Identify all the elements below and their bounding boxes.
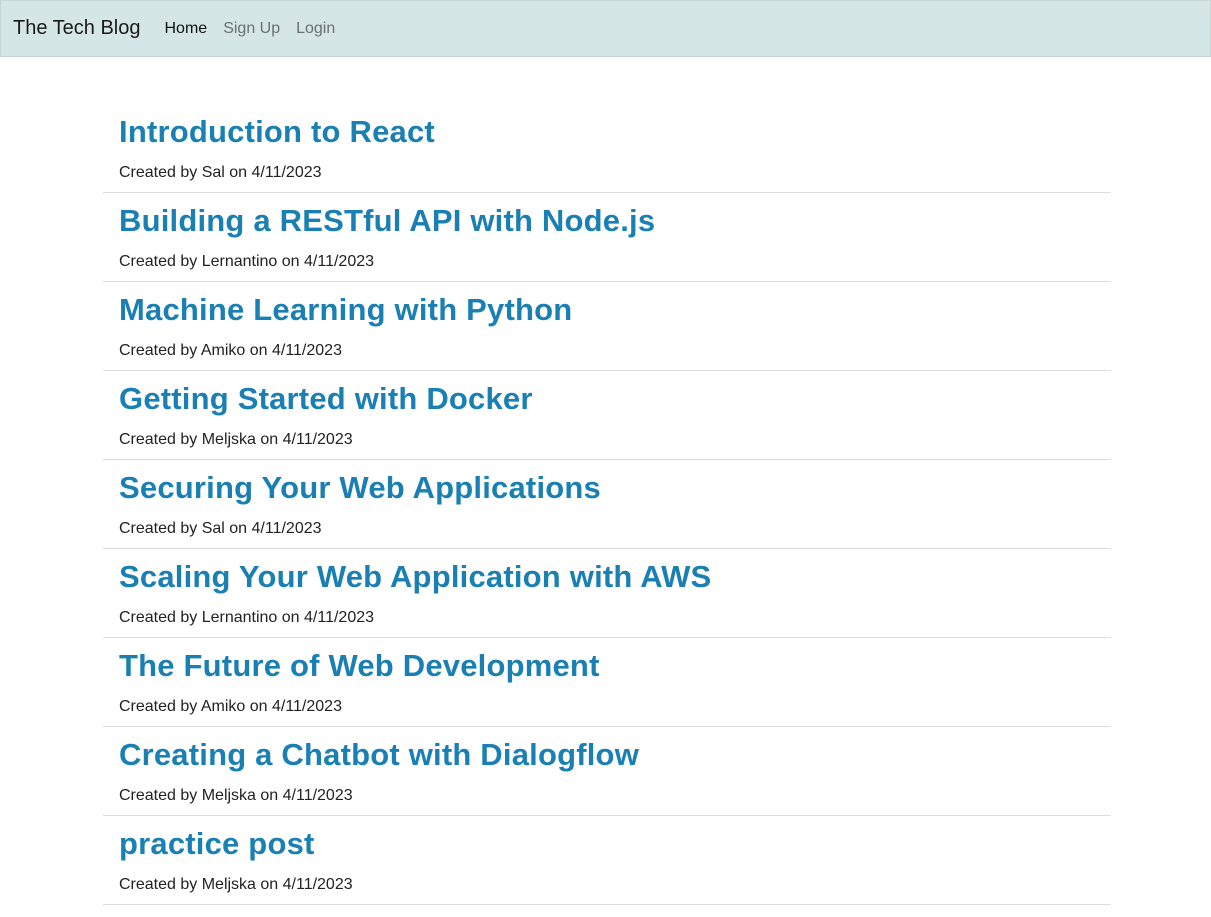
nav-link-sign-up[interactable]: Sign Up — [223, 20, 280, 38]
post-title-link[interactable]: Securing Your Web Applications — [119, 470, 601, 506]
post-item: Securing Your Web Applications Created b… — [103, 460, 1111, 549]
brand-link[interactable]: The Tech Blog — [13, 17, 141, 40]
post-item: Building a RESTful API with Node.js Crea… — [103, 193, 1111, 282]
post-item: Introduction to React Created by Sal on … — [103, 104, 1111, 193]
post-meta: Created by Lernantino on 4/11/2023 — [119, 253, 375, 270]
post-title-link[interactable]: Getting Started with Docker — [119, 381, 533, 417]
post-title-link[interactable]: Building a RESTful API with Node.js — [119, 203, 655, 239]
post-meta: Created by Lernantino on 4/11/2023 — [119, 609, 375, 626]
post-title-link[interactable]: Scaling Your Web Application with AWS — [119, 559, 711, 595]
post-meta: Created by Sal on 4/11/2023 — [119, 520, 322, 537]
post-meta: Created by Sal on 4/11/2023 — [119, 164, 322, 181]
post-title-link[interactable]: Creating a Chatbot with Dialogflow — [119, 737, 639, 773]
post-list: Introduction to React Created by Sal on … — [103, 104, 1111, 905]
nav-link-login[interactable]: Login — [296, 20, 335, 38]
post-title-link[interactable]: The Future of Web Development — [119, 648, 600, 684]
post-title-link[interactable]: Machine Learning with Python — [119, 292, 572, 328]
post-item: Getting Started with Docker Created by M… — [103, 371, 1111, 460]
post-meta: Created by Amiko on 4/11/2023 — [119, 698, 342, 715]
post-item: The Future of Web Development Created by… — [103, 638, 1111, 727]
post-title-link[interactable]: Introduction to React — [119, 114, 435, 150]
post-meta: Created by Meljska on 4/11/2023 — [119, 876, 353, 893]
post-meta: Created by Amiko on 4/11/2023 — [119, 342, 342, 359]
post-item: Machine Learning with Python Created by … — [103, 282, 1111, 371]
post-item: practice post Created by Meljska on 4/11… — [103, 816, 1111, 905]
post-meta: Created by Meljska on 4/11/2023 — [119, 787, 353, 804]
post-title-link[interactable]: practice post — [119, 826, 315, 862]
nav-link-home[interactable]: Home — [165, 20, 208, 38]
navbar: The Tech Blog Home Sign Up Login — [0, 0, 1211, 57]
post-meta: Created by Meljska on 4/11/2023 — [119, 431, 353, 448]
post-item: Creating a Chatbot with Dialogflow Creat… — [103, 727, 1111, 816]
post-item: Scaling Your Web Application with AWS Cr… — [103, 549, 1111, 638]
